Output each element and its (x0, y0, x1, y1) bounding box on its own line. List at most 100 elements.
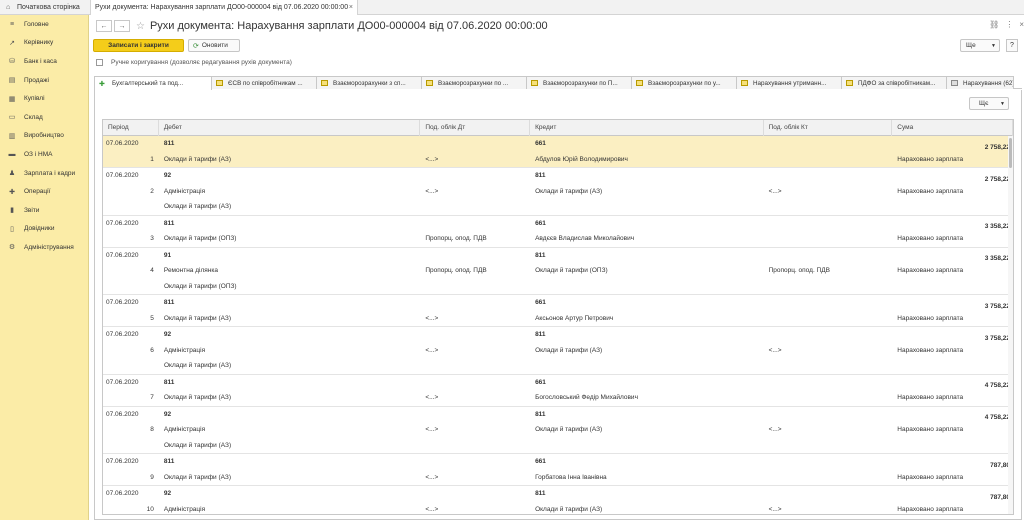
sidebar-item[interactable]: ⚙ Адміністрування (0, 238, 88, 257)
column-header[interactable]: Дебет (159, 120, 421, 136)
close-tab-icon[interactable]: × (349, 4, 353, 11)
debit-analytics-1: Оклади й тарифи (АЗ) (163, 155, 232, 163)
home-tab[interactable]: ⌂ Початкова сторінка (0, 0, 90, 15)
sidebar-item[interactable]: ≡ Головне (0, 15, 88, 34)
sidebar: ≡ Головне ↗ Керівнику ⛁ Банк і каса ▤ Продажі ▦ К… (0, 15, 89, 520)
register-icon (321, 80, 328, 86)
debit-account: 92 (163, 490, 172, 498)
debit-analytics-1: Адміністрація (163, 426, 206, 434)
credit-tax-accounting: <...> (768, 346, 782, 354)
credit-account: 811 (535, 172, 546, 180)
column-header[interactable]: Період (103, 120, 159, 136)
table-row[interactable]: 07.06.2020 811 661 787,80 9 Оклади й тарифи (… (103, 454, 1013, 486)
manual-edit-checkbox[interactable] (96, 59, 103, 66)
sidebar-item-label: Довідники (24, 225, 55, 233)
panel-more-button[interactable]: Щє ▼ (969, 97, 1009, 110)
forward-button[interactable]: → (114, 20, 130, 32)
sidebar-item-label: ОЗ і НМА (24, 150, 53, 158)
sidebar-item-label: Банк і каса (24, 57, 57, 65)
table-row[interactable]: 07.06.2020 811 661 2 758,22 1 Оклади й тарифи… (103, 136, 1013, 168)
credit-analytics-1: Горбатова Інна Іванівна (535, 473, 607, 481)
movement-tab[interactable]: ПДФО за співробітникам... (841, 76, 947, 89)
credit-analytics-1: Авдєєв Владислав Миколайович (535, 235, 635, 243)
credit-tax-accounting: Пропорц. опод. ПДВ (768, 267, 830, 275)
movement-tab[interactable]: Нарахування утриманн... (736, 76, 842, 89)
table-row[interactable]: 07.06.2020 92 811 3 758,22 6 Адміністрація <..… (103, 327, 1013, 375)
sidebar-item-icon: ⚙ (8, 244, 16, 252)
sidebar-item-icon: ≡ (9, 20, 15, 28)
entry-amount: 3 758,22 (984, 334, 1010, 342)
table-row[interactable]: 07.06.2020 811 661 4 758,22 7 Оклади й тарифи… (103, 375, 1013, 407)
debit-tax-accounting: <...> (425, 346, 439, 354)
credit-analytics-1: Абдулов Юрій Володимирович (535, 155, 628, 163)
movement-tab[interactable]: ✚ Бухгалтерський та под... (94, 76, 212, 90)
sidebar-item-icon: ▤ (8, 77, 16, 85)
more-button[interactable]: Ще ▼ (960, 39, 1000, 52)
movement-tab[interactable]: Взаєморозрахунки по П... (526, 76, 632, 89)
sidebar-item[interactable]: ▬ ОЗ і НМА (0, 145, 88, 164)
column-header[interactable]: Под. облік Дт (420, 120, 531, 136)
debit-account: 92 (163, 172, 172, 180)
refresh-button[interactable]: ⟳ Оновити (188, 39, 240, 52)
page-title: Рухи документа: Нарахування зарплати ДО0… (149, 20, 548, 32)
table-row[interactable]: 07.06.2020 811 661 3 758,22 5 Оклади й тарифи… (103, 295, 1013, 327)
scrollbar-thumb[interactable] (1009, 138, 1012, 168)
favorite-star-icon[interactable]: ☆ (136, 21, 145, 32)
movement-tab-label: Бухгалтерський та под... (112, 80, 184, 87)
credit-account: 661 (535, 378, 546, 386)
entry-description: Нараховано зарплата (897, 505, 964, 513)
sidebar-item[interactable]: ↗ Керівнику (0, 34, 88, 53)
more-menu-icon[interactable]: ⋮ (1005, 20, 1013, 29)
debit-account: 92 (163, 410, 172, 418)
register-icon (951, 80, 958, 86)
movement-tab[interactable]: Взаєморозрахунки з сп... (316, 76, 422, 89)
movement-tab-label: Взаєморозрахунки по П... (543, 79, 618, 87)
sidebar-item-label: Склад (24, 113, 43, 121)
sidebar-item[interactable]: ▤ Продажі (0, 71, 88, 90)
sidebar-item[interactable]: ▮ Звіти (0, 201, 88, 220)
table-row[interactable]: 07.06.2020 811 661 3 358,22 3 Оклади й тарифи… (103, 216, 1013, 248)
vertical-scrollbar[interactable] (1008, 136, 1013, 514)
debit-analytics-1: Адміністрація (163, 187, 206, 195)
toolbar: Записати і закрити ⟳ Оновити Ще ▼ ? (90, 37, 1024, 54)
column-header[interactable]: Кредит (530, 120, 764, 136)
debit-analytics-2: Оклади й тарифи (АЗ) (164, 203, 232, 211)
sidebar-item[interactable]: ⛁ Банк і каса (0, 52, 88, 71)
entry-number: 9 (150, 473, 154, 481)
sidebar-item[interactable]: ▦ Купівлі (0, 89, 88, 108)
debit-analytics-1: Оклади й тарифи (АЗ) (163, 394, 232, 402)
movement-tab-label: ПДФО за співробітникам... (858, 79, 936, 87)
sidebar-item[interactable]: ✚ Операції (0, 182, 88, 201)
movement-tab[interactable]: Нарахування (62) (946, 76, 1014, 89)
movement-tab[interactable]: ЄСВ по співробітникам ... (211, 76, 317, 89)
save-close-button[interactable]: Записати і закрити (93, 39, 184, 52)
movement-tab[interactable]: Взаєморозрахунки по ... (421, 76, 527, 89)
manual-edit-label: Ручне коригування (дозволяє редагування … (111, 59, 292, 66)
back-button[interactable]: ← (96, 20, 112, 32)
sidebar-item[interactable]: ▭ Склад (0, 108, 88, 127)
credit-account: 661 (535, 458, 546, 466)
table-row[interactable]: 07.06.2020 92 811 4 758,22 8 Адміністрація <..… (103, 407, 1013, 454)
sidebar-item[interactable]: ♟ Зарплата і кадри (0, 164, 88, 183)
entry-date: 07.06.2020 (106, 172, 139, 180)
document-tab[interactable]: Рухи документа: Нарахування зарплати ДО0… (90, 0, 358, 15)
movement-tab-label: Нарахування (62) (963, 79, 1014, 87)
sidebar-item[interactable]: ▥ Виробництво (0, 127, 88, 146)
help-button[interactable]: ? (1006, 39, 1018, 52)
credit-tax-accounting: <...> (768, 505, 782, 513)
sidebar-item-label: Адміністрування (24, 243, 74, 251)
close-icon[interactable]: × (1019, 20, 1024, 29)
entry-date: 07.06.2020 (106, 331, 139, 339)
table-row[interactable]: 07.06.2020 92 811 787,80 10 Адміністрація <...… (103, 486, 1013, 514)
entry-number: 10 (146, 505, 154, 513)
movement-tabs: ✚ Бухгалтерський та под... ЄСВ по співробі… (94, 76, 1022, 90)
column-header[interactable]: Сума (892, 120, 1013, 136)
table-row[interactable]: 07.06.2020 92 811 2 758,22 2 Адміністрація <..… (103, 168, 1013, 216)
sidebar-item[interactable]: ▯ Довідники (0, 220, 88, 239)
column-header[interactable]: Под. облік Кт (764, 120, 893, 136)
movement-tab[interactable]: Взаєморозрахунки по у... (631, 76, 737, 89)
credit-account: 811 (535, 410, 546, 418)
table-row[interactable]: 07.06.2020 91 811 3 358,22 4 Ремонтна ділянка… (103, 248, 1013, 295)
debit-account: 811 (163, 140, 175, 148)
link-icon[interactable]: ⛓ (989, 20, 999, 29)
